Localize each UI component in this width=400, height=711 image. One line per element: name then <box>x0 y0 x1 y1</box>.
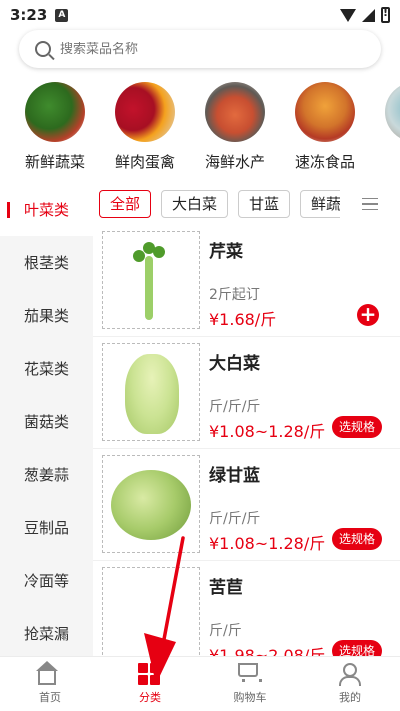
cart-icon <box>238 663 262 685</box>
product-item[interactable]: 苦苣 斤/斤 ¥1.98~2.08/斤 选规格 <box>93 561 400 656</box>
sidebar-item-leafy[interactable]: 叶菜类 <box>0 183 93 236</box>
celery-leaf <box>133 250 145 262</box>
chip-menu-button[interactable] <box>340 183 400 225</box>
filter-chip-row: 全部 大白菜 甘蓝 鲜蔬 <box>93 183 400 225</box>
category-fresh-vegetables[interactable]: 新鲜蔬菜 <box>10 82 100 178</box>
category-seafood[interactable]: 海鲜水产 <box>190 82 280 178</box>
chip-cabbage[interactable]: 甘蓝 <box>238 190 291 218</box>
celery-stalk <box>145 256 153 320</box>
drinks-image <box>385 82 400 142</box>
category-label: 鲜肉蛋禽 <box>114 153 175 171</box>
sidebar-item-cold-noodles[interactable]: 冷面等 <box>0 554 93 607</box>
nav-label: 首页 <box>39 691 61 704</box>
category-label: 速冻食品 <box>294 153 355 171</box>
sidebar-item-mushroom[interactable]: 菌菇类 <box>0 395 93 448</box>
search-icon <box>35 41 51 57</box>
category-frozen-food[interactable]: 速冻食品 <box>280 82 370 178</box>
seafood-image <box>205 82 265 142</box>
product-item[interactable]: 大白菜 斤/斤/斤 ¥1.08~1.28/斤 选规格 <box>93 337 400 449</box>
green-cabbage-shape <box>111 470 191 540</box>
product-item[interactable]: 绿甘蓝 斤/斤/斤 ¥1.08~1.28/斤 选规格 <box>93 449 400 561</box>
home-icon <box>36 661 62 685</box>
chip-napa-cabbage[interactable]: 大白菜 <box>161 190 229 218</box>
product-image-endive <box>102 567 200 656</box>
select-spec-button[interactable]: 选规格 <box>331 528 382 550</box>
product-spec: 斤/斤/斤 <box>209 399 261 415</box>
sidebar-item-root[interactable]: 根茎类 <box>0 236 93 289</box>
product-price: ¥1.68/斤 <box>209 310 277 329</box>
nav-label: 购物车 <box>233 691 267 704</box>
product-image-green-cabbage <box>102 455 200 553</box>
category-drinks[interactable]: 酒水 <box>370 82 400 178</box>
status-bar: 3:23 A <box>0 0 400 30</box>
product-name: 大白菜 <box>209 354 260 374</box>
select-spec-button[interactable]: 选规格 <box>331 416 382 438</box>
status-time: 3:23 <box>10 6 48 24</box>
status-icons <box>340 6 390 23</box>
nav-cart[interactable]: 购物车 <box>200 657 300 711</box>
subcategory-sidebar: 叶菜类 根茎类 茄果类 花菜类 菌菇类 葱姜蒜 豆制品 冷面等 抢菜漏 <box>0 183 93 656</box>
product-list[interactable]: 芹菜 2斤起订 ¥1.68/斤 + 大白菜 斤/斤/斤 ¥1.08~1.28/斤… <box>93 225 400 656</box>
product-price: ¥1.08~1.28/斤 <box>209 534 326 553</box>
product-name: 苦苣 <box>209 578 243 598</box>
bottom-nav: 首页 分类 购物车 我的 <box>0 656 400 711</box>
product-spec: 2斤起订 <box>209 287 260 303</box>
product-image-napa-cabbage <box>102 343 200 441</box>
sidebar-item-soy[interactable]: 豆制品 <box>0 501 93 554</box>
product-name: 芹菜 <box>209 242 243 262</box>
select-spec-button[interactable]: 选规格 <box>331 640 382 656</box>
wifi-icon <box>340 8 356 22</box>
frozen-food-image <box>295 82 355 142</box>
sidebar-item-onion-ginger-garlic[interactable]: 葱姜蒜 <box>0 448 93 501</box>
product-spec: 斤/斤/斤 <box>209 511 261 527</box>
chip-all[interactable]: 全部 <box>99 190 152 218</box>
category-grid-icon <box>138 663 162 685</box>
menu-icon <box>362 198 378 210</box>
top-category-row: 新鲜蔬菜 鲜肉蛋禽 海鲜水产 速冻食品 酒水 <box>0 82 400 178</box>
product-image-celery <box>102 231 200 329</box>
search-input[interactable] <box>60 41 340 57</box>
nav-label: 分类 <box>139 691 161 704</box>
nav-category[interactable]: 分类 <box>100 657 200 711</box>
celery-leaf <box>143 242 155 254</box>
vegetables-image <box>25 82 85 142</box>
sidebar-item-grab[interactable]: 抢菜漏 <box>0 607 93 656</box>
product-price: ¥1.98~2.08/斤 <box>209 646 326 656</box>
sidebar-item-nightshade[interactable]: 茄果类 <box>0 289 93 342</box>
search-bar[interactable] <box>19 30 381 68</box>
product-price: ¥1.08~1.28/斤 <box>209 422 326 441</box>
product-name: 绿甘蓝 <box>209 466 260 486</box>
meat-image <box>115 82 175 142</box>
nav-label: 我的 <box>339 691 361 704</box>
category-label: 海鲜水产 <box>204 153 265 171</box>
napa-cabbage-shape <box>125 354 179 434</box>
nav-home[interactable]: 首页 <box>0 657 100 711</box>
category-label: 新鲜蔬菜 <box>24 153 85 171</box>
sidebar-item-flower[interactable]: 花菜类 <box>0 342 93 395</box>
battery-alert-icon <box>381 6 390 23</box>
product-item[interactable]: 芹菜 2斤起订 ¥1.68/斤 + <box>93 225 400 337</box>
add-to-cart-button[interactable]: + <box>357 304 379 326</box>
nav-me[interactable]: 我的 <box>300 657 400 711</box>
notification-icon: A <box>55 8 69 22</box>
person-icon <box>338 663 362 686</box>
category-meat-eggs-poultry[interactable]: 鲜肉蛋禽 <box>100 82 190 178</box>
product-spec: 斤/斤 <box>209 623 242 639</box>
signal-icon <box>362 8 375 22</box>
